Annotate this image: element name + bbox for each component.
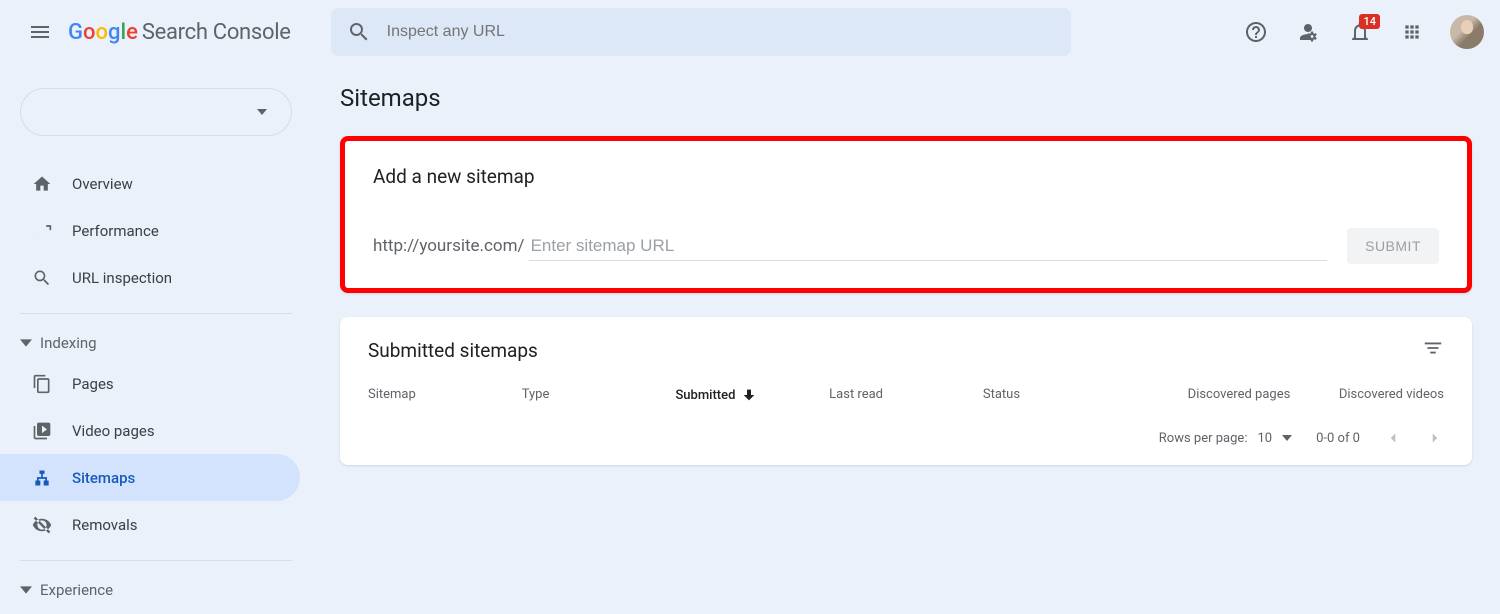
filter-icon[interactable]	[1422, 337, 1444, 363]
sidebar-item-label: Performance	[72, 222, 159, 240]
card-title: Add a new sitemap	[373, 165, 1439, 188]
submit-button[interactable]: SUBMIT	[1347, 228, 1439, 264]
sidebar-item-label: Video pages	[72, 422, 155, 440]
sidebar-item-label: Pages	[72, 375, 114, 393]
sidebar-item-removals[interactable]: Removals	[0, 501, 300, 548]
sidebar-item-label: Sitemaps	[72, 469, 135, 487]
sidebar-item-label: URL inspection	[72, 269, 172, 287]
sitemap-input-row: http://yoursite.com/ SUBMIT	[373, 228, 1439, 264]
home-icon	[32, 174, 52, 194]
column-sitemap[interactable]: Sitemap	[368, 387, 522, 403]
notifications-icon[interactable]: 14	[1338, 10, 1382, 54]
arrow-down-icon	[741, 387, 757, 403]
column-status[interactable]: Status	[983, 387, 1137, 403]
property-selector[interactable]	[20, 88, 292, 136]
removal-icon	[32, 515, 52, 535]
trending-icon	[32, 221, 52, 241]
rows-value: 10	[1257, 431, 1272, 446]
avatar[interactable]	[1450, 15, 1484, 49]
column-discovered-videos[interactable]: Discovered videos	[1290, 387, 1444, 403]
section-label: Experience	[40, 581, 113, 599]
search-bar[interactable]	[331, 8, 1071, 56]
url-prefix: http://yoursite.com/	[373, 236, 525, 256]
logo[interactable]: Google Search Console	[68, 20, 291, 45]
card-title: Submitted sitemaps	[368, 339, 538, 362]
chevron-down-icon	[20, 584, 32, 596]
table-header: Sitemap Type Submitted Last read Status …	[340, 371, 1472, 419]
sidebar-item-label: Removals	[72, 516, 138, 534]
divider	[20, 313, 292, 314]
column-discovered-pages[interactable]: Discovered pages	[1137, 387, 1291, 403]
sidebar-item-overview[interactable]: Overview	[0, 160, 300, 207]
sidebar-item-video-pages[interactable]: Video pages	[0, 407, 300, 454]
sidebar-item-label: Overview	[72, 175, 133, 193]
help-icon[interactable]	[1234, 10, 1278, 54]
chevron-left-icon[interactable]	[1384, 429, 1402, 447]
pagination-nav	[1384, 429, 1444, 447]
search-input[interactable]	[387, 23, 1055, 41]
column-label: Submitted	[675, 388, 735, 403]
content: Overview Performance URL inspection Inde…	[0, 64, 1500, 614]
search-icon	[347, 20, 371, 44]
sidebar: Overview Performance URL inspection Inde…	[0, 64, 312, 614]
search-icon	[32, 268, 52, 288]
page-title: Sitemaps	[340, 64, 1472, 136]
sidebar-item-performance[interactable]: Performance	[0, 207, 300, 254]
table-footer: Rows per page: 10 0-0 of 0	[340, 419, 1472, 465]
header-icons: 14	[1194, 10, 1484, 54]
pages-icon	[32, 374, 52, 394]
sidebar-item-pages[interactable]: Pages	[0, 360, 300, 407]
sidebar-item-sitemaps[interactable]: Sitemaps	[0, 454, 300, 501]
divider	[20, 560, 292, 561]
sitemap-url-input[interactable]	[529, 232, 1328, 261]
header: Google Search Console 14	[0, 0, 1500, 64]
apps-icon[interactable]	[1390, 10, 1434, 54]
sidebar-item-url-inspection[interactable]: URL inspection	[0, 254, 300, 301]
section-label: Indexing	[40, 334, 97, 352]
column-type[interactable]: Type	[522, 387, 676, 403]
main: Sitemaps Add a new sitemap http://yoursi…	[312, 64, 1500, 614]
chevron-down-icon	[20, 337, 32, 349]
chevron-right-icon[interactable]	[1426, 429, 1444, 447]
submitted-sitemaps-card: Submitted sitemaps Sitemap Type Submitte…	[340, 317, 1472, 465]
sidebar-section-indexing[interactable]: Indexing	[0, 326, 312, 360]
google-logo: Google	[68, 20, 138, 45]
menu-icon[interactable]	[16, 8, 64, 56]
pagination-range: 0-0 of 0	[1316, 431, 1360, 446]
users-icon[interactable]	[1286, 10, 1330, 54]
rows-label: Rows per page:	[1159, 431, 1248, 446]
sitemap-icon	[32, 468, 52, 488]
rows-per-page[interactable]: Rows per page: 10	[1159, 431, 1292, 446]
video-icon	[32, 421, 52, 441]
sidebar-section-experience[interactable]: Experience	[0, 573, 312, 607]
add-sitemap-card: Add a new sitemap http://yoursite.com/ S…	[340, 136, 1472, 293]
chevron-down-icon	[1282, 435, 1292, 441]
notification-badge: 14	[1359, 14, 1380, 29]
column-submitted[interactable]: Submitted	[675, 387, 829, 403]
chevron-down-icon	[257, 109, 267, 115]
column-last-read[interactable]: Last read	[829, 387, 983, 403]
logo-suffix: Search Console	[142, 20, 291, 45]
